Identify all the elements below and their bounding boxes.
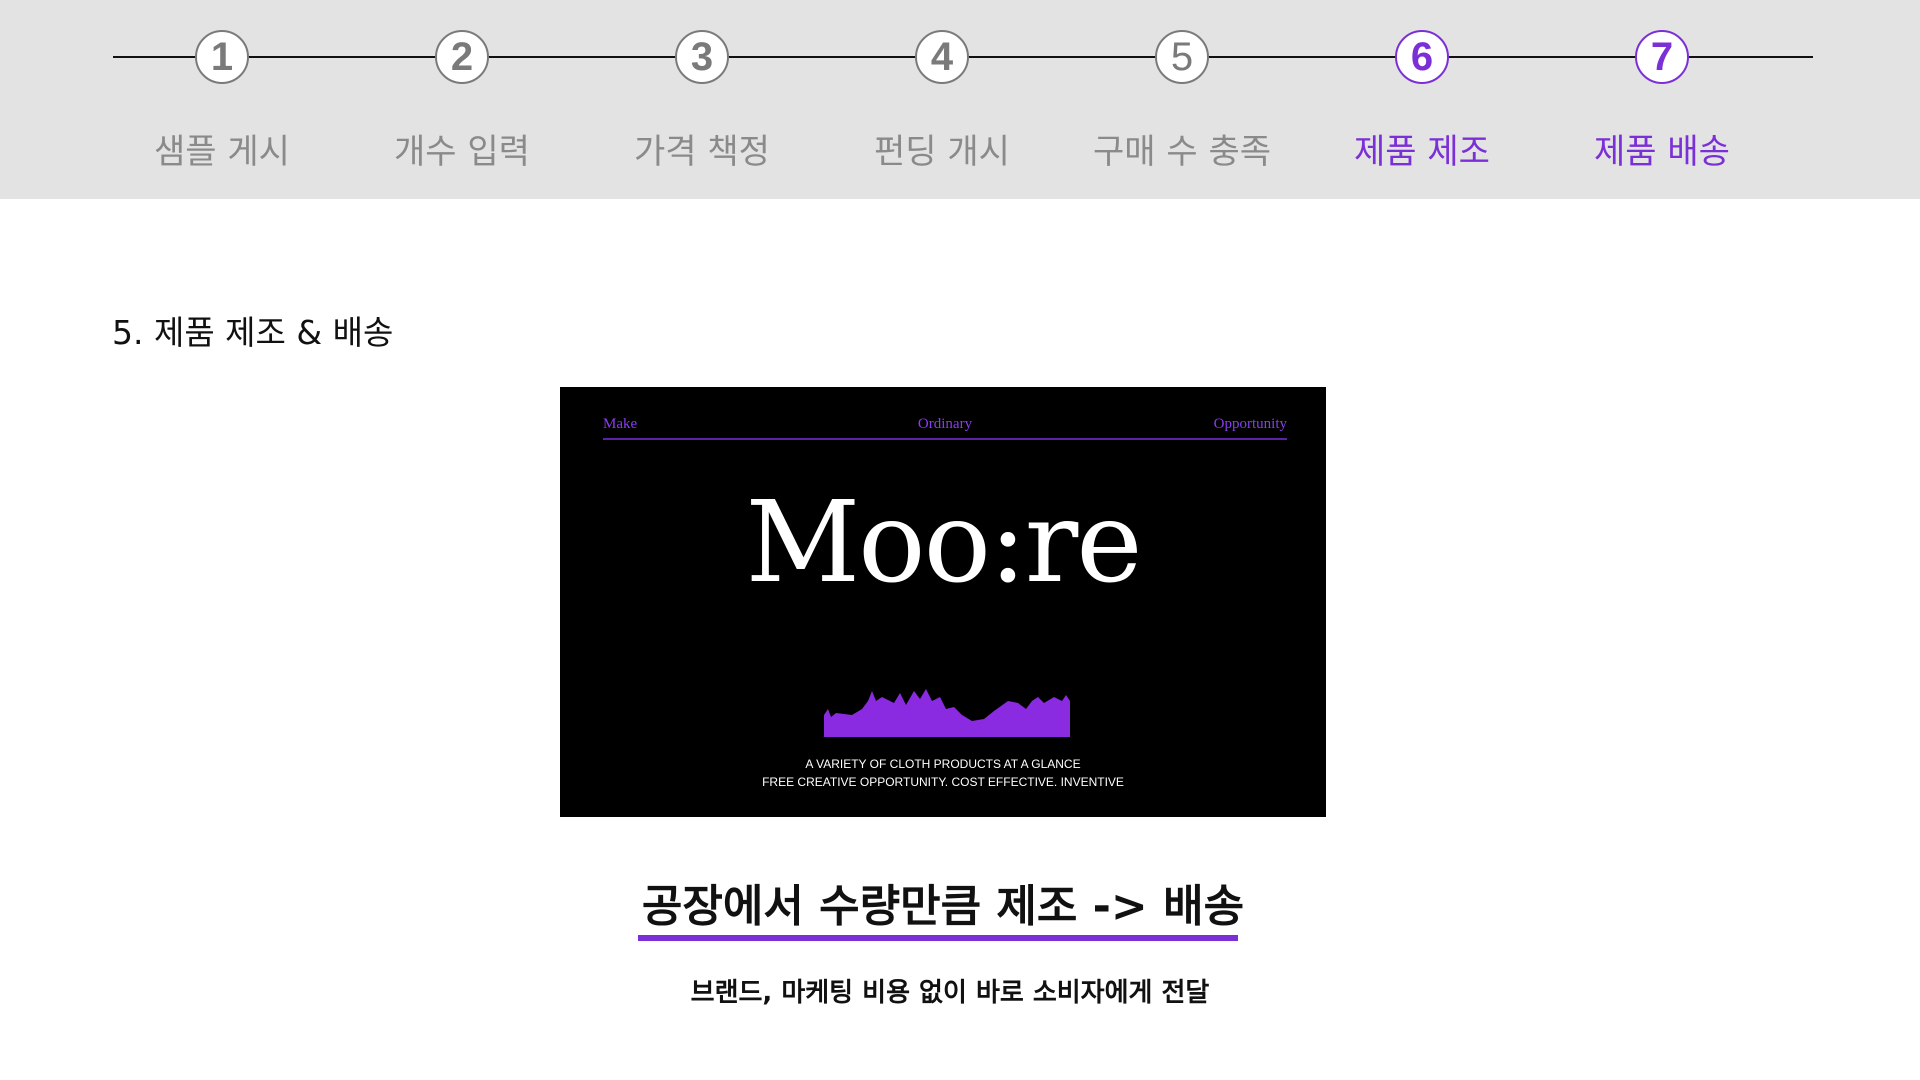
- banner-nav: Make Ordinary Opportunity: [603, 416, 1287, 438]
- brand-banner-image: Make Ordinary Opportunity Moo:re A VARIE…: [560, 387, 1326, 817]
- banner-nav-opportunity: Opportunity: [1213, 416, 1287, 432]
- brand-logo: Moo:re: [745, 478, 1142, 608]
- step-4[interactable]: 4 펀딩 개시: [827, 0, 1057, 199]
- step-number-badge: 4: [915, 30, 969, 84]
- step-1[interactable]: 1 샘플 게시: [107, 0, 337, 199]
- banner-nav-ordinary: Ordinary: [917, 416, 973, 432]
- step-6[interactable]: 6 제품 제조: [1307, 0, 1537, 199]
- page: 1 샘플 게시 2 개수 입력 3 가격 책정 4 펀딩 개시 5 구매 수 충…: [0, 0, 1920, 1080]
- section-title: 5. 제품 제조 & 배송: [112, 313, 394, 352]
- banner-divider: [603, 438, 1287, 440]
- step-label: 제품 배송: [1594, 132, 1730, 172]
- step-label: 개수 입력: [394, 132, 530, 172]
- step-number-badge: 5: [1155, 30, 1209, 84]
- step-7[interactable]: 7 제품 배송: [1547, 0, 1777, 199]
- caption-headline: 공장에서 수량만큼 제조 -> 배송: [641, 881, 1245, 932]
- step-5[interactable]: 5 구매 수 충족: [1067, 0, 1297, 199]
- caption-underline: [638, 935, 1238, 941]
- step-label: 구매 수 충족: [1092, 132, 1271, 172]
- cat-silhouettes-icon: [824, 689, 1070, 737]
- step-label: 펀딩 개시: [874, 132, 1010, 172]
- process-stepper: 1 샘플 게시 2 개수 입력 3 가격 책정 4 펀딩 개시 5 구매 수 충…: [0, 0, 1920, 199]
- step-3[interactable]: 3 가격 책정: [587, 0, 817, 199]
- banner-tagline-2: FREE CREATIVE OPPORTUNITY. COST EFFECTIV…: [762, 775, 1124, 789]
- step-label: 제품 제조: [1354, 132, 1490, 172]
- step-number-badge: 3: [675, 30, 729, 84]
- step-number-badge: 2: [435, 30, 489, 84]
- step-number-badge: 1: [195, 30, 249, 84]
- step-label: 가격 책정: [634, 132, 770, 172]
- step-label: 샘플 게시: [154, 132, 290, 172]
- step-number-badge: 7: [1635, 30, 1689, 84]
- step-number-badge: 6: [1395, 30, 1449, 84]
- banner-tagline-1: A VARIETY OF CLOTH PRODUCTS AT A GLANCE: [805, 757, 1081, 771]
- step-2[interactable]: 2 개수 입력: [347, 0, 577, 199]
- caption-subline: 브랜드, 마케팅 비용 없이 바로 소비자에게 전달: [690, 978, 1210, 1008]
